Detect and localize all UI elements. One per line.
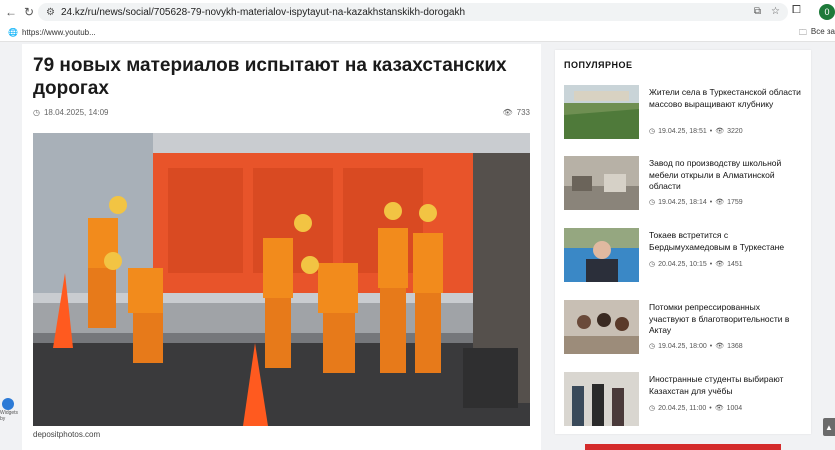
address-bar[interactable]: ⚙ 24.kz/ru/news/social/705628-79-novykh-… [38, 3, 788, 21]
popular-views: 1368 [727, 342, 743, 350]
popular-thumb [564, 372, 639, 426]
popular-title[interactable]: Токаев встретится с Бердымухамедовым в Т… [649, 230, 801, 253]
road-workers-photo [33, 133, 530, 426]
popular-thumb [564, 228, 639, 282]
article-card: 79 новых материалов испытают на казахста… [22, 44, 541, 450]
popular-views: 1451 [727, 260, 743, 268]
reload-icon[interactable]: ↻ [20, 3, 38, 21]
article-date: ◷ 18.04.2025, 14:09 [33, 108, 109, 117]
clock-icon: ◷ [649, 343, 656, 350]
all-bookmarks-label: Все за [810, 27, 835, 36]
article-views-count: 733 [516, 108, 530, 117]
folder-icon: 🗀 [798, 28, 807, 37]
install-app-icon[interactable]: ⧉ [754, 6, 761, 17]
popular-info: ◷ 19.04.25, 18:00 • 👁 1368 [649, 342, 743, 351]
eye-icon: 👁 [714, 405, 724, 412]
browser-toolbar: ← ↻ ⚙ 24.kz/ru/news/social/705628-79-nov… [0, 0, 835, 24]
popular-views: 1759 [727, 198, 743, 206]
bookmark-youtube[interactable]: 🌐 https://www.youtub... [8, 28, 96, 37]
popular-thumb [564, 156, 639, 210]
popular-views: 1004 [726, 404, 743, 412]
popular-info: ◷ 19.04.25, 18:14 • 👁 1759 [649, 198, 743, 207]
widgets-label: Widgets by [0, 410, 19, 422]
url-text: 24.kz/ru/news/social/705628-79-novykh-ma… [60, 6, 466, 18]
popular-item[interactable]: Жители села в Туркестанской области масс… [564, 85, 804, 139]
arrow-up-icon: ▲ [825, 422, 833, 432]
article-photo [33, 133, 530, 426]
popular-date: 20.04.25, 10:15 [658, 260, 707, 268]
bookmark-star-icon[interactable]: ☆ [771, 6, 780, 17]
ad-banner[interactable] [585, 444, 781, 450]
popular-date: 19.04.25, 18:51 [658, 127, 707, 135]
popular-item[interactable]: Токаев встретится с Бердымухамедовым в Т… [564, 228, 804, 282]
profile-avatar[interactable]: 0 [819, 4, 835, 20]
popular-views: 3220 [727, 127, 743, 135]
article-meta: ◷ 18.04.2025, 14:09 👁 733 [33, 108, 530, 117]
popular-title[interactable]: Иностранные студенты выбирают Казахстан … [649, 374, 801, 397]
widget-icon[interactable] [2, 398, 14, 410]
popular-sidebar: ПОПУЛЯРНОЕ Жители села в Туркестанской о… [555, 50, 811, 434]
clock-icon: ◷ [649, 261, 656, 268]
article-title: 79 новых материалов испытают на казахста… [33, 55, 507, 99]
bookmark-label: https://www.youtub... [21, 28, 96, 37]
eye-icon: 👁 [715, 128, 725, 135]
popular-info: ◷ 20.04.25, 11:00 • 👁 1004 [649, 404, 743, 413]
article-date-text: 18.04.2025, 14:09 [43, 108, 109, 117]
all-bookmarks[interactable]: 🗀 Все за [799, 27, 835, 41]
popular-heading: ПОПУЛЯРНОЕ [564, 60, 633, 70]
popular-info: ◷ 20.04.25, 10:15 • 👁 1451 [649, 260, 743, 269]
article-views: 👁 733 [502, 108, 530, 117]
photo-credit: depositphotos.com [33, 430, 101, 439]
widgets-float[interactable]: Widgets by [0, 398, 19, 438]
bookmarks-bar: 🌐 https://www.youtub... 🗀 Все за [0, 24, 835, 42]
popular-thumb [564, 300, 639, 354]
popular-item[interactable]: Потомки репрессированных участвуют в бла… [564, 300, 804, 354]
clock-icon: ◷ [649, 199, 656, 206]
scroll-top-button[interactable]: ▲ [823, 418, 835, 436]
popular-thumb [564, 85, 639, 139]
clock-icon: ◷ [33, 108, 40, 117]
back-icon[interactable]: ← [2, 3, 20, 21]
popular-date: 20.04.25, 11:00 [658, 404, 707, 412]
popular-title[interactable]: Завод по производству школьной мебели от… [649, 158, 801, 193]
eye-icon: 👁 [502, 108, 513, 117]
site-info-icon[interactable]: ⚙ [46, 7, 55, 18]
popular-title[interactable]: Жители села в Туркестанской области масс… [649, 87, 801, 110]
eye-icon: 👁 [715, 343, 725, 350]
globe-icon: 🌐 [8, 28, 18, 37]
extensions-icon[interactable]: ⧠ [792, 4, 801, 17]
popular-item[interactable]: Иностранные студенты выбирают Казахстан … [564, 372, 804, 426]
popular-date: 19.04.25, 18:14 [658, 198, 707, 206]
popular-item[interactable]: Завод по производству школьной мебели от… [564, 156, 804, 210]
popular-info: ◷ 19.04.25, 18:51 • 👁 3220 [649, 127, 743, 136]
clock-icon: ◷ [649, 405, 656, 412]
clock-icon: ◷ [649, 128, 656, 135]
eye-icon: 👁 [715, 261, 725, 268]
popular-date: 19.04.25, 18:00 [658, 342, 707, 350]
eye-icon: 👁 [715, 199, 725, 206]
popular-title[interactable]: Потомки репрессированных участвуют в бла… [649, 302, 801, 337]
